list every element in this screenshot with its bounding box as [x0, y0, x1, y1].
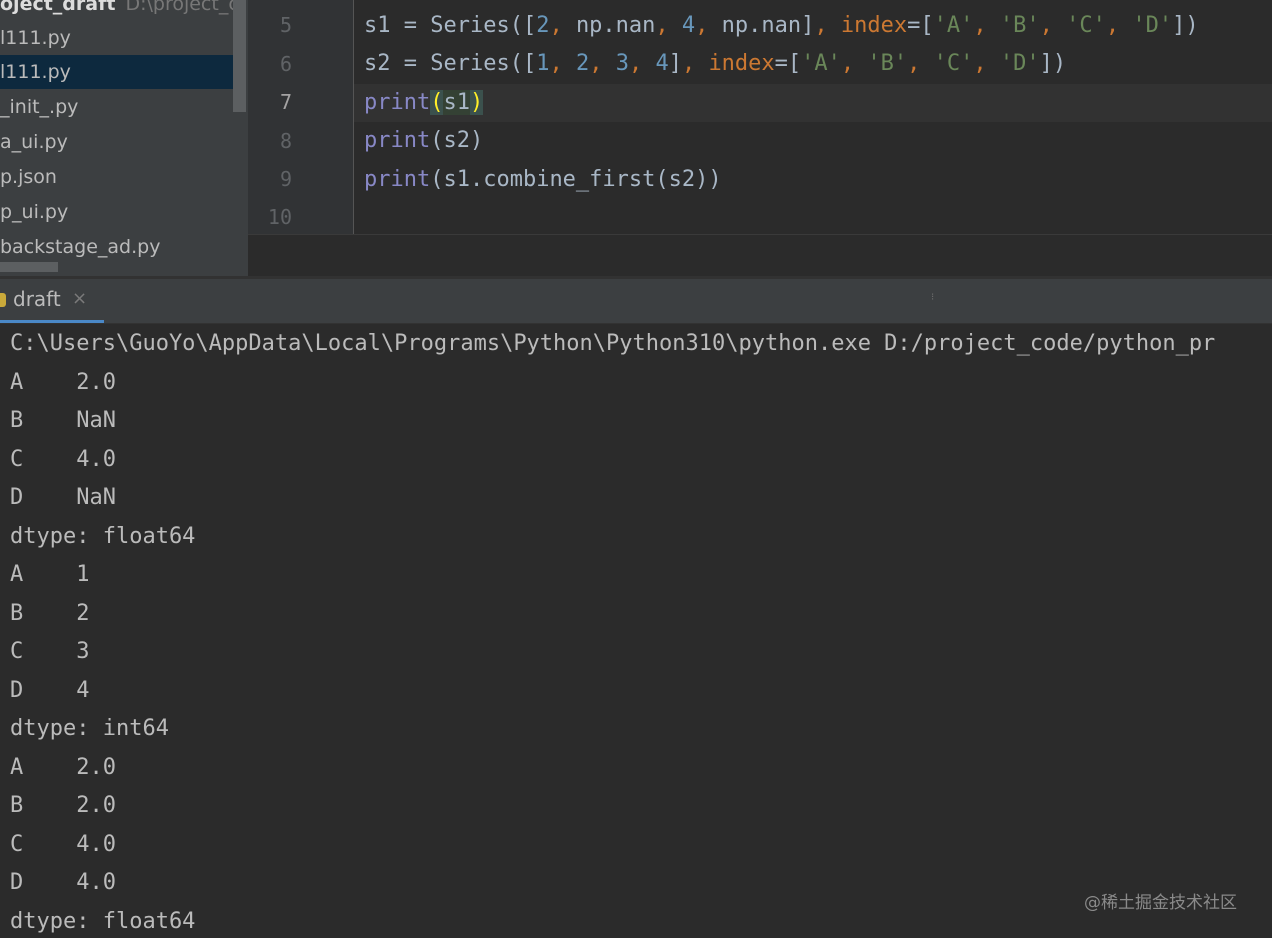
project-root-node[interactable]: oject_draft D:\project_cod [0, 0, 233, 21]
tree-item[interactable]: l111.py [0, 21, 233, 55]
code-token: 2 [536, 13, 550, 38]
run-tab-draft[interactable]: draft × [0, 279, 104, 323]
code-token: s2 = Series([ [364, 51, 537, 76]
code-token: np.nan [575, 13, 656, 38]
code-token: 3 [615, 51, 629, 76]
console-line: B 2 [10, 601, 90, 626]
tree-item[interactable]: backstage_ad.py [0, 230, 233, 264]
tree-item-label: p.json [0, 166, 57, 188]
code-line-current[interactable]: print(s1) [364, 84, 484, 122]
line-number-current: 7 [279, 90, 292, 114]
project-tree-panel: oject_draft D:\project_cod l111.py l111.p… [0, 0, 248, 276]
tree-item[interactable]: _init_.py [0, 90, 233, 124]
console-line: B 2.0 [10, 793, 116, 818]
code-token: =[ [907, 13, 934, 38]
line-number: 10 [267, 205, 292, 229]
tree-item[interactable]: a_ui.py [0, 125, 233, 159]
tree-item[interactable]: p.json [0, 160, 233, 194]
tree-item-selected[interactable]: l111.py [0, 55, 233, 89]
drag-handle-icon[interactable]: ⁝ [931, 292, 934, 303]
code-token: (s1.combine_first(s2)) [430, 167, 722, 192]
console-line: C 4.0 [10, 447, 116, 472]
watermark: @稀土掘金技术社区 [1084, 893, 1237, 913]
code-line[interactable]: s1 = Series([2, np.nan, 4, np.nan], inde… [364, 7, 1199, 45]
code-token: 'A' [933, 13, 974, 38]
code-token: 'B' [867, 51, 908, 76]
project-root-path: D:\project_cod [125, 0, 233, 15]
tree-item-label: l111.py [0, 27, 71, 49]
code-token: index [708, 51, 775, 76]
code-line[interactable]: print(s2) [364, 122, 483, 160]
console-line: D 4.0 [10, 870, 116, 895]
console-command-line: C:\Users\GuoYo\AppData\Local\Programs\Py… [10, 331, 1216, 356]
code-editor[interactable]: 5 6 7 8 9 10 s1 = Series([2, np.nan, 4, … [248, 0, 1272, 277]
code-token: 4 [655, 51, 669, 76]
code-token: 1 [536, 51, 550, 76]
current-line-highlight [354, 84, 1272, 122]
console-line: A 1 [10, 562, 90, 587]
run-tab-label: draft [13, 287, 61, 311]
tree-item-label: l111.py [0, 61, 71, 83]
code-token: 'B' [999, 13, 1040, 38]
code-token: 'D' [999, 51, 1040, 76]
code-token: np.nan] [721, 13, 815, 38]
code-token: s1 = Series([ [364, 13, 537, 38]
tree-item-label: p_ui.py [0, 201, 69, 223]
code-token: s1 [443, 90, 470, 115]
tree-item-label: _init_.py [0, 96, 79, 118]
tree-horizontal-scrollbar[interactable] [0, 262, 58, 272]
line-number-gutter: 5 6 7 8 9 10 [248, 0, 354, 234]
code-token: index [840, 13, 908, 38]
code-token: ]) [1172, 13, 1199, 38]
console-line: C 3 [10, 639, 90, 664]
line-number: 9 [279, 167, 292, 191]
code-token: ]) [1039, 51, 1067, 76]
tree-vertical-scrollbar[interactable] [233, 0, 246, 112]
console-line: dtype: float64 [10, 524, 196, 549]
console-line: A 2.0 [10, 755, 116, 780]
project-root-name: oject_draft [0, 0, 116, 15]
python-file-icon [0, 293, 6, 307]
run-console-output[interactable]: C:\Users\GuoYo\AppData\Local\Programs\Py… [0, 324, 1272, 938]
code-token: 'A' [801, 51, 841, 76]
tree-item-label: a_ui.py [0, 131, 68, 153]
code-token: print [364, 90, 431, 115]
tree-item-label: backstage_ad.py [0, 236, 161, 258]
code-token: 2 [575, 51, 590, 76]
code-token: ] [668, 51, 682, 76]
code-line[interactable]: s2 = Series([1, 2, 3, 4], index=['A', 'B… [364, 45, 1066, 83]
code-token: (s2) [430, 128, 484, 153]
matched-paren: ) [469, 90, 484, 115]
code-token: print [364, 167, 431, 192]
console-line: D 4 [10, 678, 90, 703]
console-line: B NaN [10, 408, 116, 433]
code-token: print [364, 128, 431, 153]
line-number: 8 [279, 129, 292, 153]
matched-paren: ( [430, 90, 444, 115]
console-line: D NaN [10, 485, 116, 510]
code-token: 'C' [1066, 13, 1106, 38]
run-tool-window-header: draft × ⁝ [0, 279, 1272, 324]
code-line[interactable]: print(s1.combine_first(s2)) [364, 161, 722, 199]
console-line: C 4.0 [10, 832, 116, 857]
tree-item[interactable]: p_ui.py [0, 195, 233, 229]
console-line: A 2.0 [10, 370, 116, 395]
code-token: 4 [681, 13, 696, 38]
line-number: 5 [279, 13, 292, 37]
code-token: 'D' [1132, 13, 1173, 38]
code-token: 'C' [933, 51, 974, 76]
line-number: 6 [279, 52, 292, 76]
console-line: dtype: int64 [10, 716, 169, 741]
editor-bottom-area [248, 234, 1272, 277]
console-line: dtype: float64 [10, 909, 196, 934]
code-token: =[ [774, 51, 802, 76]
close-icon[interactable]: × [72, 288, 87, 309]
